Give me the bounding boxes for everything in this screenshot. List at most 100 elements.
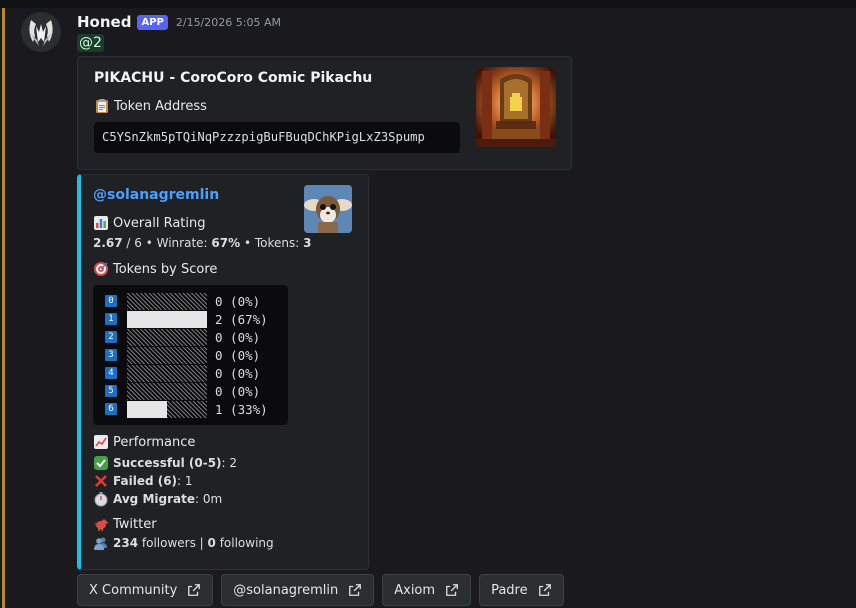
score-bar-5 <box>127 383 207 400</box>
score-count-label: 0 (0%) <box>215 348 261 363</box>
score-bar-4 <box>127 365 207 382</box>
following-count: 0 <box>207 536 216 550</box>
field-label: Twitter <box>113 516 157 532</box>
cross-mark-icon <box>95 475 107 487</box>
axiom-button[interactable]: Axiom <box>382 574 472 606</box>
throne-image-icon <box>476 67 556 147</box>
avg-migrate-label: Avg Migrate <box>113 492 195 506</box>
top-strip <box>0 0 856 8</box>
token-thumbnail[interactable] <box>476 67 556 147</box>
link-buttons: X Community @solanagremlin Axiom Padre <box>77 574 564 606</box>
score-bar-fill <box>127 401 167 418</box>
button-label: X Community <box>89 582 178 598</box>
following-text: following <box>215 536 274 550</box>
score-bar-empty <box>127 365 207 382</box>
x-community-button[interactable]: X Community <box>77 574 214 606</box>
target-icon <box>94 262 108 276</box>
score-index-3: 3 <box>105 349 117 361</box>
followers-text: followers | <box>138 536 208 550</box>
message-header: Honed APP 2/15/2026 5:05 AM <box>77 12 281 32</box>
gremlin-image-icon <box>304 185 352 233</box>
field-label: Token Address <box>114 98 207 114</box>
score-bar-1 <box>127 311 207 328</box>
field-label: Overall Rating <box>113 215 206 231</box>
external-link-icon <box>538 584 551 596</box>
score-bar-2 <box>127 329 207 346</box>
score-count-label: 2 (67%) <box>215 312 268 327</box>
score-bar-empty <box>127 383 207 400</box>
clipboard-icon <box>96 99 108 113</box>
button-label: Axiom <box>394 582 436 598</box>
score-count-label: 0 (0%) <box>215 384 261 399</box>
role-mention[interactable]: @2 <box>77 34 104 52</box>
score-index-1: 1 <box>105 313 117 325</box>
chart-increasing-icon <box>94 435 108 449</box>
padre-button[interactable]: Padre <box>479 574 564 606</box>
successful-label: Successful (0-5) <box>113 456 222 470</box>
score-bar-empty <box>127 293 207 310</box>
failed-line: Failed (6): 1 <box>93 472 237 490</box>
rating-value: 2.67 <box>93 236 123 250</box>
successful-value: : 2 <box>221 456 238 470</box>
honed-logo-icon <box>21 12 61 52</box>
twitter-stats: 234 followers | 0 following <box>93 535 274 551</box>
successful-line: Successful (0-5): 2 <box>93 454 237 472</box>
stopwatch-icon <box>94 492 108 507</box>
tokens-by-score-field: Tokens by Score <box>93 261 217 277</box>
score-count-label: 0 (0%) <box>215 366 261 381</box>
solanagremlin-button[interactable]: @solanagremlin <box>221 574 375 606</box>
bar-chart-icon <box>94 216 108 230</box>
performance-field: Performance <box>93 434 195 450</box>
score-index-6: 6 <box>105 403 117 415</box>
score-count-label: 0 (0%) <box>215 330 261 345</box>
score-index-0: 0 <box>105 295 117 307</box>
app-badge: APP <box>137 14 168 30</box>
tokens-value: 3 <box>303 236 312 250</box>
score-bar-fill <box>127 311 207 328</box>
score-bar-6 <box>127 401 207 418</box>
tokens-label: • Tokens: <box>240 236 304 250</box>
avg-migrate-value: : 0m <box>194 492 223 506</box>
score-bar-0 <box>127 293 207 310</box>
external-link-icon <box>446 584 458 596</box>
mention-highlight-bar <box>2 8 5 608</box>
score-index-2: 2 <box>105 331 117 343</box>
gremlin-thumbnail[interactable] <box>304 185 352 233</box>
rating-embed: @solanagremlin Overall Rating 2.67 / 6 •… <box>77 174 369 570</box>
rating-summary: 2.67 / 6 • Winrate: 67% • Tokens: 3 <box>93 236 311 250</box>
score-count-label: 1 (33%) <box>215 402 268 417</box>
tokens-by-score-chart: 0 0 (0%) 1 2 (67%) 2 0 (0%) 3 0 (0%) 4 0 (0%) 5 0 (… <box>93 285 288 425</box>
score-index-5: 5 <box>105 385 117 397</box>
avatar[interactable] <box>21 12 61 52</box>
score-bar-empty <box>127 347 207 364</box>
overall-rating-field: Overall Rating <box>93 215 206 231</box>
check-mark-icon <box>94 456 108 470</box>
score-bar-3 <box>127 347 207 364</box>
winrate-value: 67% <box>211 236 241 250</box>
score-index-4: 4 <box>105 367 117 379</box>
token-address-code[interactable]: C5YSnZkm5pTQiNqPzzzpigBuFBuqDChKPigLxZ3S… <box>94 122 460 153</box>
rating-max: / 6 • Winrate: <box>122 236 212 250</box>
performance-lines: Successful (0-5): 2 Failed (6): 1 Avg Mi… <box>93 454 237 508</box>
twitter-field: Twitter <box>93 516 157 532</box>
bird-icon <box>93 519 109 531</box>
avg-migrate-line: Avg Migrate: 0m <box>93 490 237 508</box>
failed-value: : 1 <box>177 474 193 488</box>
failed-label: Failed (6) <box>113 474 178 488</box>
timestamp: 2/15/2026 5:05 AM <box>175 15 281 29</box>
author-handle-link[interactable]: @solanagremlin <box>93 187 219 203</box>
embed-title: PIKACHU - CoroCoro Comic Pikachu <box>94 70 373 86</box>
users-icon <box>94 537 107 550</box>
button-label: Padre <box>491 582 528 598</box>
score-bar-empty <box>167 401 207 418</box>
token-embed: PIKACHU - CoroCoro Comic Pikachu Token A… <box>77 56 572 170</box>
external-link-icon <box>349 584 362 596</box>
button-label: @solanagremlin <box>233 582 339 598</box>
score-count-label: 0 (0%) <box>215 294 261 309</box>
field-label: Performance <box>113 434 196 450</box>
author-name[interactable]: Honed <box>77 13 131 31</box>
external-link-icon <box>188 584 201 596</box>
score-bar-empty <box>127 329 207 346</box>
token-address-field: Token Address <box>94 98 207 114</box>
followers-count: 234 <box>113 536 139 550</box>
